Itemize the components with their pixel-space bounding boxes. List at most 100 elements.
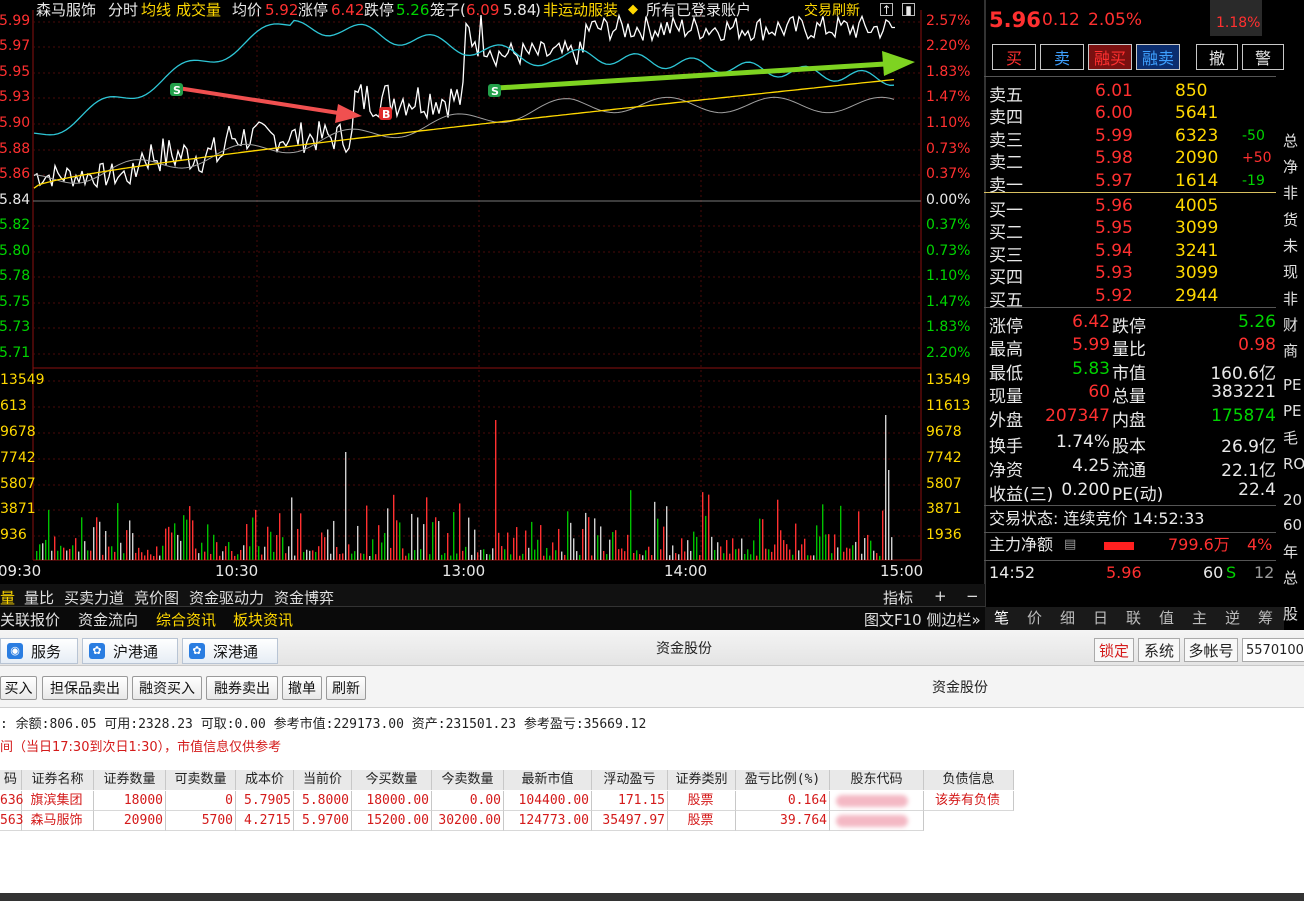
table-cell[interactable]: 5700	[166, 811, 236, 831]
account-select[interactable]: 55701000	[1242, 638, 1304, 662]
stat-value: 60	[1088, 382, 1110, 402]
action-button-5[interactable]: 警	[1242, 44, 1284, 70]
volume-bar	[345, 452, 347, 560]
intraday-chart[interactable]: 森马服饰 分时 均线 成交量 均价 5.92 涨停 6.42 跌停 5.26 笼…	[0, 0, 971, 584]
action-button-4[interactable]: 撤	[1196, 44, 1238, 70]
ask-row[interactable]: 卖五 6.01 850	[984, 79, 1284, 106]
table-cell[interactable]: 563	[0, 811, 23, 831]
indicator-tab-3[interactable]: 竞价图	[134, 587, 179, 608]
indicator-tab-right-2[interactable]: −	[966, 587, 979, 605]
table-cell[interactable]: 0.00	[432, 791, 504, 811]
table-cell[interactable]: 4.2715	[236, 811, 294, 831]
col-header[interactable]: 证券数量	[94, 770, 166, 790]
col-header[interactable]: 证券类别	[668, 770, 736, 790]
indicator-tab-1[interactable]: 量比	[24, 587, 54, 608]
table-cell[interactable]: 35497.97	[592, 811, 668, 831]
action-button-2[interactable]: 融买	[1088, 44, 1132, 70]
table-cell[interactable]: 旗滨集团	[22, 791, 94, 811]
info-tab-3[interactable]: 板块资讯	[233, 609, 293, 630]
panel-tab-5[interactable]: 值	[1159, 611, 1174, 626]
top-tab-2[interactable]: ✿ 深港通	[182, 638, 278, 664]
action-button-0[interactable]: 买	[992, 44, 1036, 70]
info-tab-2[interactable]: 综合资讯	[156, 609, 216, 630]
trade-button-3[interactable]: 融券卖出	[206, 676, 278, 700]
col-header[interactable]: 今卖数量	[432, 770, 504, 790]
table-cell[interactable]: 5.9700	[294, 811, 352, 831]
panel-tab-3[interactable]: 日	[1093, 611, 1108, 626]
trade-button-5[interactable]: 刷新	[326, 676, 366, 700]
table-cell[interactable]: 5.8000	[294, 791, 352, 811]
indicator-tab-right-1[interactable]: +	[934, 587, 947, 605]
table-cell[interactable]: 20900	[94, 811, 166, 831]
multi-account-button[interactable]: 多帐号	[1184, 638, 1238, 662]
ask-row[interactable]: 卖一 5.97 1614 -19	[984, 169, 1284, 196]
table-cell[interactable]: 该券有负债	[924, 791, 1014, 811]
info-tab-0[interactable]: 关联报价	[0, 609, 60, 630]
table-cell[interactable]: 18000	[94, 791, 166, 811]
trade-button-2[interactable]: 融资买入	[132, 676, 202, 700]
lock-button[interactable]: 锁定	[1094, 638, 1134, 662]
table-cell[interactable]: 39.764	[736, 811, 830, 831]
bid-row[interactable]: 买二 5.95 3099	[984, 216, 1284, 243]
table-cell[interactable]: 森马服饰	[22, 811, 94, 831]
table-cell[interactable]: 18000.00	[352, 791, 432, 811]
bid-row[interactable]: 买三 5.94 3241	[984, 239, 1284, 266]
table-cell[interactable]: 171.15	[592, 791, 668, 811]
col-header[interactable]: 股东代码	[830, 770, 924, 790]
bid-row[interactable]: 买五 5.92 2944	[984, 284, 1284, 311]
ask-row[interactable]: 卖三 5.99 6323 -50	[984, 124, 1284, 151]
panel-tab-8[interactable]: 筹	[1258, 611, 1273, 626]
f10-sidebar-link[interactable]: 图文F10 侧边栏»	[864, 609, 981, 630]
indicator-tab-5[interactable]: 资金博弈	[274, 587, 334, 608]
volume-bar	[189, 506, 191, 560]
table-icon[interactable]: ▤	[1064, 538, 1076, 551]
indicator-tab-2[interactable]: 买卖力道	[64, 587, 124, 608]
col-header[interactable]: 码	[0, 770, 22, 790]
trade-button-0[interactable]: 买入	[0, 676, 37, 700]
panel-tab-6[interactable]: 主	[1192, 611, 1207, 626]
col-header[interactable]: 盈亏比例(%)	[736, 770, 830, 790]
table-cell[interactable]: 104400.00	[504, 791, 592, 811]
volume-bar	[84, 541, 86, 560]
table-cell[interactable]: 股票	[668, 811, 736, 831]
ask-row[interactable]: 卖四 6.00 5641	[984, 101, 1284, 128]
bid-row[interactable]: 买一 5.96 4005	[984, 194, 1284, 221]
col-header[interactable]: 证券名称	[22, 770, 94, 790]
top-tab-0[interactable]: ◉ 服务	[0, 638, 78, 664]
col-header[interactable]: 今买数量	[352, 770, 432, 790]
col-header[interactable]: 当前价	[294, 770, 352, 790]
table-cell[interactable]: 0	[166, 791, 236, 811]
panel-tab-0[interactable]: 笔	[994, 611, 1009, 626]
system-button[interactable]: 系统	[1138, 638, 1180, 662]
col-header[interactable]: 浮动盈亏	[592, 770, 668, 790]
col-header[interactable]: 成本价	[236, 770, 294, 790]
table-cell[interactable]: 0.164	[736, 791, 830, 811]
indicator-tab-right-0[interactable]: 指标	[883, 587, 913, 608]
col-header[interactable]: 最新市值	[504, 770, 592, 790]
volume-bar	[735, 549, 737, 560]
trade-button-4[interactable]: 撤单	[282, 676, 322, 700]
panel-tab-7[interactable]: 逆	[1225, 611, 1240, 626]
action-button-1[interactable]: 卖	[1040, 44, 1084, 70]
ask-row[interactable]: 卖二 5.98 2090 +50	[984, 146, 1284, 173]
indicator-tab-4[interactable]: 资金驱动力	[189, 587, 264, 608]
col-header[interactable]: 负债信息	[924, 770, 1014, 790]
trade-button-1[interactable]: 担保品卖出	[42, 676, 128, 700]
action-button-3[interactable]: 融卖	[1136, 44, 1180, 70]
panel-tab-4[interactable]: 联	[1126, 611, 1141, 626]
table-cell[interactable]: 5.7905	[236, 791, 294, 811]
info-tab-1[interactable]: 资金流向	[78, 609, 138, 630]
panel-tab-1[interactable]: 价	[1027, 611, 1042, 626]
col-header[interactable]: 可卖数量	[166, 770, 236, 790]
table-cell[interactable]: 30200.00	[432, 811, 504, 831]
bid-row[interactable]: 买四 5.93 3099	[984, 261, 1284, 288]
indicator-tab-0[interactable]: 量	[0, 587, 15, 608]
table-cell[interactable]: 636	[0, 791, 23, 811]
volume-bar	[609, 539, 611, 560]
volume-bar	[681, 538, 683, 560]
table-cell[interactable]: 15200.00	[352, 811, 432, 831]
table-cell[interactable]: 124773.00	[504, 811, 592, 831]
table-cell[interactable]: 股票	[668, 791, 736, 811]
top-tab-1[interactable]: ✿ 沪港通	[82, 638, 178, 664]
panel-tab-2[interactable]: 细	[1060, 611, 1075, 626]
